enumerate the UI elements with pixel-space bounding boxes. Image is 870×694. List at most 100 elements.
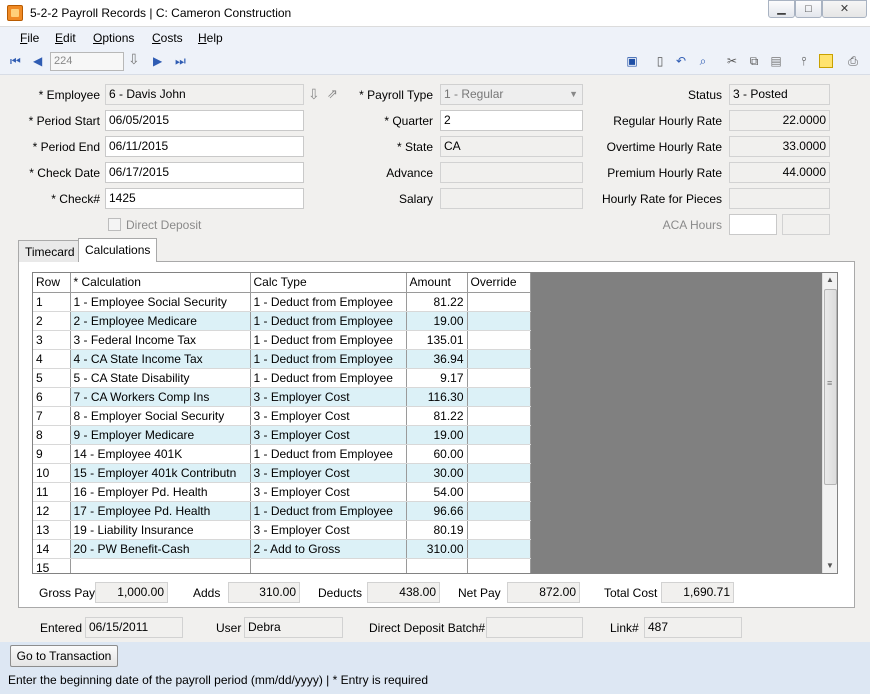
down-arrow-icon[interactable]: ⇩ [308,86,320,103]
amount-cell[interactable]: 19.00 [406,425,468,445]
go-to-transaction-button[interactable]: Go to Transaction [10,645,118,667]
override-cell[interactable] [467,558,531,573]
menu-edit[interactable]: Edit [55,31,76,45]
calc-type-cell[interactable]: 1 - Deduct from Employee [250,368,407,388]
override-cell[interactable] [467,482,531,502]
state-field[interactable]: CA [440,136,583,157]
calc-type-cell[interactable]: 3 - Employer Cost [250,387,407,407]
calculation-cell[interactable]: 15 - Employer 401k Contributn [70,463,251,483]
calculation-cell[interactable]: 8 - Employer Social Security [70,406,251,426]
menu-options[interactable]: Options [93,31,134,45]
employee-field[interactable]: 6 - Davis John [105,84,304,105]
print-icon[interactable]: ⎙ [846,54,860,68]
cut-icon[interactable]: ✂ [725,54,739,68]
override-cell[interactable] [467,501,531,521]
note-icon[interactable] [819,54,833,68]
menu-costs[interactable]: Costs [152,31,183,45]
table-row[interactable]: 9 14 - Employee 401K 1 - Deduct from Emplo… [33,444,531,464]
table-row[interactable]: 33 - Federal Income Tax 1 - Deduct from E… [33,330,531,350]
tab-timecard[interactable]: Timecard [18,240,82,262]
amount-cell[interactable]: 96.66 [406,501,468,521]
find-icon[interactable]: ⌕ [696,54,710,68]
scroll-up-icon[interactable]: ▲ [826,275,834,284]
period-start-field[interactable]: 06/05/2015 [105,110,304,131]
quarter-field[interactable]: 2 [440,110,583,131]
amount-cell[interactable]: 81.22 [406,292,468,312]
override-cell[interactable] [467,368,531,388]
close-button[interactable]: ✕ [822,0,867,18]
maximize-button[interactable]: □ [795,0,822,18]
amount-cell[interactable] [406,558,468,573]
table-row[interactable]: 14 20 - PW Benefit-Cash 2 - Add to Gross 31… [33,539,531,559]
calculation-cell[interactable] [70,558,251,573]
override-cell[interactable] [467,520,531,540]
amount-cell[interactable]: 36.94 [406,349,468,369]
amount-cell[interactable]: 54.00 [406,482,468,502]
calculation-cell[interactable]: 5 - CA State Disability [70,368,251,388]
table-row[interactable]: 89 - Employer Medicare 3 - Employer Cost 1… [33,425,531,445]
calc-type-cell[interactable]: 1 - Deduct from Employee [250,444,407,464]
override-cell[interactable] [467,292,531,312]
calculation-cell[interactable]: 19 - Liability Insurance [70,520,251,540]
amount-cell[interactable]: 9.17 [406,368,468,388]
table-row[interactable]: 67 - CA Workers Comp Ins 3 - Employer Cos… [33,387,531,407]
vertical-scrollbar[interactable]: ▲ ≡ ▼ [822,273,837,573]
calculation-cell[interactable]: 4 - CA State Income Tax [70,349,251,369]
check-date-field[interactable]: 06/17/2015 [105,162,304,183]
minimize-button[interactable]: ▁ [768,0,795,18]
table-row[interactable]: 12 17 - Employee Pd. Health 1 - Deduct fro… [33,501,531,521]
amount-cell[interactable]: 116.30 [406,387,468,407]
calc-type-cell[interactable]: 3 - Employer Cost [250,425,407,445]
override-cell[interactable] [467,387,531,407]
table-row[interactable]: 44 - CA State Income Tax 1 - Deduct from … [33,349,531,369]
table-row[interactable]: 10 15 - Employer 401k Contributn 3 - Emplo… [33,463,531,483]
calc-type-cell[interactable]: 3 - Employer Cost [250,463,407,483]
table-row[interactable]: 55 - CA State Disability 1 - Deduct from … [33,368,531,388]
calculation-cell[interactable]: 3 - Federal Income Tax [70,330,251,350]
salary-field[interactable] [440,188,583,209]
scroll-down-icon[interactable]: ▼ [826,561,834,570]
override-cell[interactable] [467,463,531,483]
calc-type-cell[interactable]: 3 - Employer Cost [250,406,407,426]
direct-deposit-checkbox[interactable] [108,218,121,231]
column-header-calculation[interactable]: * Calculation [70,273,251,293]
column-header-amount[interactable]: Amount [406,273,468,293]
table-row[interactable]: 11 - Employee Social Security 1 - Deduct … [33,292,531,312]
record-number-field[interactable]: 224 [50,52,124,71]
calc-type-cell[interactable]: 1 - Deduct from Employee [250,501,407,521]
jump-arrow-icon[interactable]: ⇗ [327,86,338,102]
column-header-override[interactable]: Override [467,273,531,293]
amount-cell[interactable]: 30.00 [406,463,468,483]
next-record-icon[interactable]: ▶ [153,54,162,68]
override-cell[interactable] [467,539,531,559]
calculation-cell[interactable]: 9 - Employer Medicare [70,425,251,445]
menu-file[interactable]: File [20,31,39,45]
amount-cell[interactable]: 81.22 [406,406,468,426]
check-number-field[interactable]: 1425 [105,188,304,209]
calc-type-cell[interactable]: 1 - Deduct from Employee [250,349,407,369]
calc-type-cell[interactable]: 1 - Deduct from Employee [250,311,407,331]
override-cell[interactable] [467,425,531,445]
copy-icon[interactable]: ⧉ [747,54,761,68]
aca-hours-field[interactable] [729,214,777,235]
calc-type-cell[interactable]: 3 - Employer Cost [250,482,407,502]
period-end-field[interactable]: 06/11/2015 [105,136,304,157]
previous-record-icon[interactable]: ◀ [33,54,42,68]
calculation-cell[interactable]: 14 - Employee 401K [70,444,251,464]
override-cell[interactable] [467,311,531,331]
table-row[interactable]: 78 - Employer Social Security 3 - Employe… [33,406,531,426]
tab-calculations[interactable]: Calculations [78,238,158,262]
calc-type-cell[interactable]: 2 - Add to Gross [250,539,407,559]
payroll-type-select[interactable]: 1 - Regular ▼ [440,84,583,105]
table-row[interactable]: 13 19 - Liability Insurance 3 - Employer C… [33,520,531,540]
scrollbar-thumb[interactable]: ≡ [824,289,837,485]
table-row[interactable]: 15 [33,558,531,573]
down-arrow-icon[interactable]: ⇩ [128,52,140,66]
table-row[interactable]: 11 16 - Employer Pd. Health 3 - Employer C… [33,482,531,502]
calc-type-cell[interactable]: 3 - Employer Cost [250,520,407,540]
amount-cell[interactable]: 80.19 [406,520,468,540]
column-header-calc-type[interactable]: Calc Type [250,273,407,293]
amount-cell[interactable]: 310.00 [406,539,468,559]
save-icon[interactable]: ▣ [625,54,639,68]
last-record-icon[interactable]: ⏭ [175,54,186,68]
